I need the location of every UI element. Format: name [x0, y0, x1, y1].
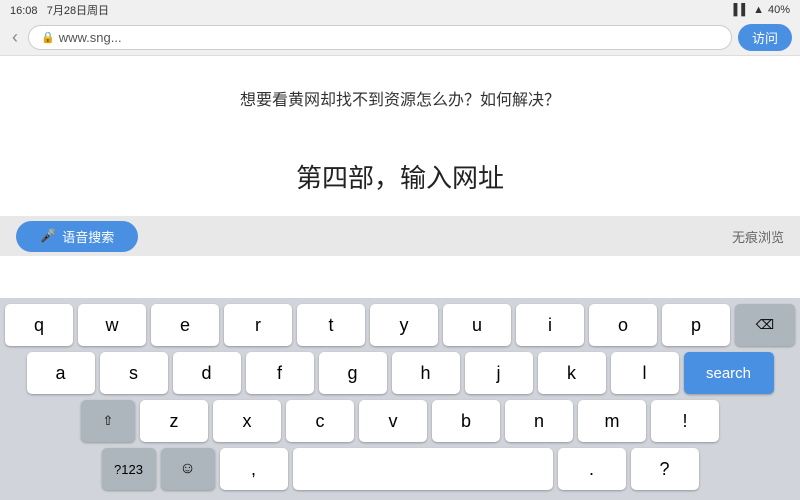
private-browsing-label: 无痕浏览: [732, 227, 784, 246]
signal-icon: ▌▌: [733, 4, 749, 16]
key-i[interactable]: i: [516, 304, 584, 346]
voice-bar: 🎤 语音搜索 无痕浏览: [0, 216, 800, 256]
key-c[interactable]: c: [286, 400, 354, 442]
key-t[interactable]: t: [297, 304, 365, 346]
key-o[interactable]: o: [589, 304, 657, 346]
key-period[interactable]: .: [558, 448, 626, 490]
content-area: 想要看黄网却找不到资源怎么办？如何解决？ 第四部，输入网址: [0, 56, 800, 216]
key-m[interactable]: m: [578, 400, 646, 442]
back-button[interactable]: ‹: [8, 27, 22, 48]
microphone-icon: 🎤: [40, 228, 56, 244]
status-date: 7月28日周日: [47, 5, 109, 17]
shift-key[interactable]: ⇧: [81, 400, 135, 442]
backspace-key[interactable]: ⌫: [735, 304, 795, 346]
battery-indicator: 40%: [768, 4, 790, 16]
browser-bar: ‹ 🔒 www.sng... 访问: [0, 20, 800, 56]
key-p[interactable]: p: [662, 304, 730, 346]
keyboard-row-2: a s d f g h j k l search: [2, 352, 798, 394]
address-text[interactable]: www.sng...: [59, 30, 122, 45]
keyboard-row-3: ⇧ z x c v b n m !: [2, 400, 798, 442]
key-f[interactable]: f: [246, 352, 314, 394]
key-g[interactable]: g: [319, 352, 387, 394]
search-key[interactable]: search: [684, 352, 774, 394]
address-bar[interactable]: 🔒 www.sng...: [28, 25, 732, 50]
key-q[interactable]: q: [5, 304, 73, 346]
question-title: 想要看黄网却找不到资源怎么办？如何解决？: [220, 78, 580, 118]
key-z[interactable]: z: [140, 400, 208, 442]
space-key[interactable]: [293, 448, 553, 490]
keyboard: q w e r t y u i o p ⌫ a s d f g h j k l …: [0, 298, 800, 500]
key-b[interactable]: b: [432, 400, 500, 442]
key-d[interactable]: d: [173, 352, 241, 394]
key-a[interactable]: a: [27, 352, 95, 394]
key-s[interactable]: s: [100, 352, 168, 394]
keyboard-row-1: q w e r t y u i o p ⌫: [2, 304, 798, 346]
key-l[interactable]: l: [611, 352, 679, 394]
status-bar: 16:08 7月28日周日 ▌▌ ▲ 40%: [0, 0, 800, 20]
visit-button[interactable]: 访问: [738, 24, 792, 51]
status-indicators: ▌▌ ▲ 40%: [733, 4, 790, 16]
key-h[interactable]: h: [392, 352, 460, 394]
status-time-date: 16:08 7月28日周日: [10, 2, 109, 18]
key-question[interactable]: ?: [631, 448, 699, 490]
key-j[interactable]: j: [465, 352, 533, 394]
key-e[interactable]: e: [151, 304, 219, 346]
emoji-key[interactable]: ☺: [161, 448, 215, 490]
key-r[interactable]: r: [224, 304, 292, 346]
key-exclaim[interactable]: !: [651, 400, 719, 442]
voice-search-label: 语音搜索: [62, 227, 114, 246]
key-comma[interactable]: ,: [220, 448, 288, 490]
status-time: 16:08: [10, 5, 38, 17]
wifi-icon: ▲: [753, 4, 764, 16]
key-w[interactable]: w: [78, 304, 146, 346]
keyboard-row-4: ?123 ☺ , . ?: [2, 448, 798, 490]
part-label: 第四部，输入网址: [296, 158, 504, 195]
voice-search-button[interactable]: 🎤 语音搜索: [16, 221, 138, 252]
key-x[interactable]: x: [213, 400, 281, 442]
lock-icon: 🔒: [41, 31, 55, 44]
key-v[interactable]: v: [359, 400, 427, 442]
key-u[interactable]: u: [443, 304, 511, 346]
symbols-key[interactable]: ?123: [102, 448, 156, 490]
key-y[interactable]: y: [370, 304, 438, 346]
key-n[interactable]: n: [505, 400, 573, 442]
key-k[interactable]: k: [538, 352, 606, 394]
